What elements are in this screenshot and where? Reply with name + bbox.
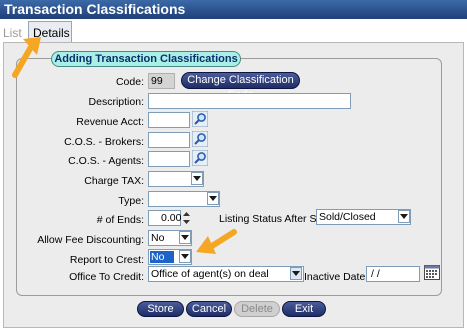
listing-status-select[interactable]: Sold/Closed (316, 209, 411, 225)
cos-brokers-label: C.O.S. - Brokers: (64, 136, 144, 148)
revenue-search-icon[interactable] (192, 111, 208, 127)
office-credit-select[interactable]: Office of agent(s) on deal (148, 266, 304, 282)
ends-stepper-icon[interactable] (182, 210, 191, 226)
office-credit-label: Office To Credit: (69, 271, 144, 283)
cos-brokers-input[interactable] (148, 132, 190, 148)
cancel-label: Cancel (191, 303, 227, 315)
change-code-button[interactable]: Change Classification Code (181, 72, 300, 101)
revenue-label: Revenue Acct: (76, 116, 144, 128)
revenue-input[interactable] (148, 112, 190, 128)
charge-tax-label: Charge TAX: (84, 175, 144, 187)
type-label: Type: (118, 195, 144, 207)
cos-agents-label: C.O.S. - Agents: (68, 155, 144, 167)
callout-arrow-icon (12, 37, 41, 78)
inactive-date-label: Inactive Date: (304, 271, 369, 283)
exit-label: Exit (294, 303, 314, 315)
cancel-button[interactable]: Cancel (186, 301, 232, 317)
allow-fee-dropdown-icon[interactable] (179, 231, 191, 244)
charge-tax-dropdown-icon[interactable] (191, 172, 203, 185)
cos-brokers-search-icon[interactable] (192, 131, 208, 147)
ends-label: # of Ends: (96, 214, 144, 226)
cos-agents-input[interactable] (148, 151, 190, 167)
listing-status-dropdown-icon[interactable] (398, 210, 410, 223)
inactive-date-input[interactable]: / / (366, 266, 420, 282)
allow-fee-label: Allow Fee Discounting: (37, 234, 144, 246)
office-credit-dropdown-icon[interactable] (290, 267, 302, 280)
cos-agents-search-icon[interactable] (192, 150, 208, 166)
delete-button[interactable]: Delete (234, 301, 280, 317)
title-bar: Transaction Classifications (0, 0, 467, 19)
window-title: Transaction Classifications (4, 1, 186, 17)
delete-label: Delete (241, 303, 273, 315)
report-crest-dropdown-icon[interactable] (179, 250, 191, 263)
code-label: Code: (115, 76, 144, 88)
calendar-icon[interactable] (424, 264, 440, 280)
listing-status-label: Listing Status After Sale: (219, 213, 334, 225)
report-crest-label: Report to Crest: (69, 254, 144, 266)
description-input[interactable] (148, 93, 351, 109)
description-label: Description: (88, 96, 144, 108)
code-value: 99 (148, 73, 175, 89)
callout-arrow-icon-2 (196, 229, 237, 254)
store-label: Store (147, 303, 174, 315)
store-button[interactable]: Store (137, 301, 184, 317)
ends-input[interactable]: 0.00 (148, 210, 181, 226)
group-title: Adding Transaction Classifications (51, 51, 241, 67)
type-dropdown-icon[interactable] (207, 192, 219, 205)
exit-button[interactable]: Exit (282, 301, 326, 317)
